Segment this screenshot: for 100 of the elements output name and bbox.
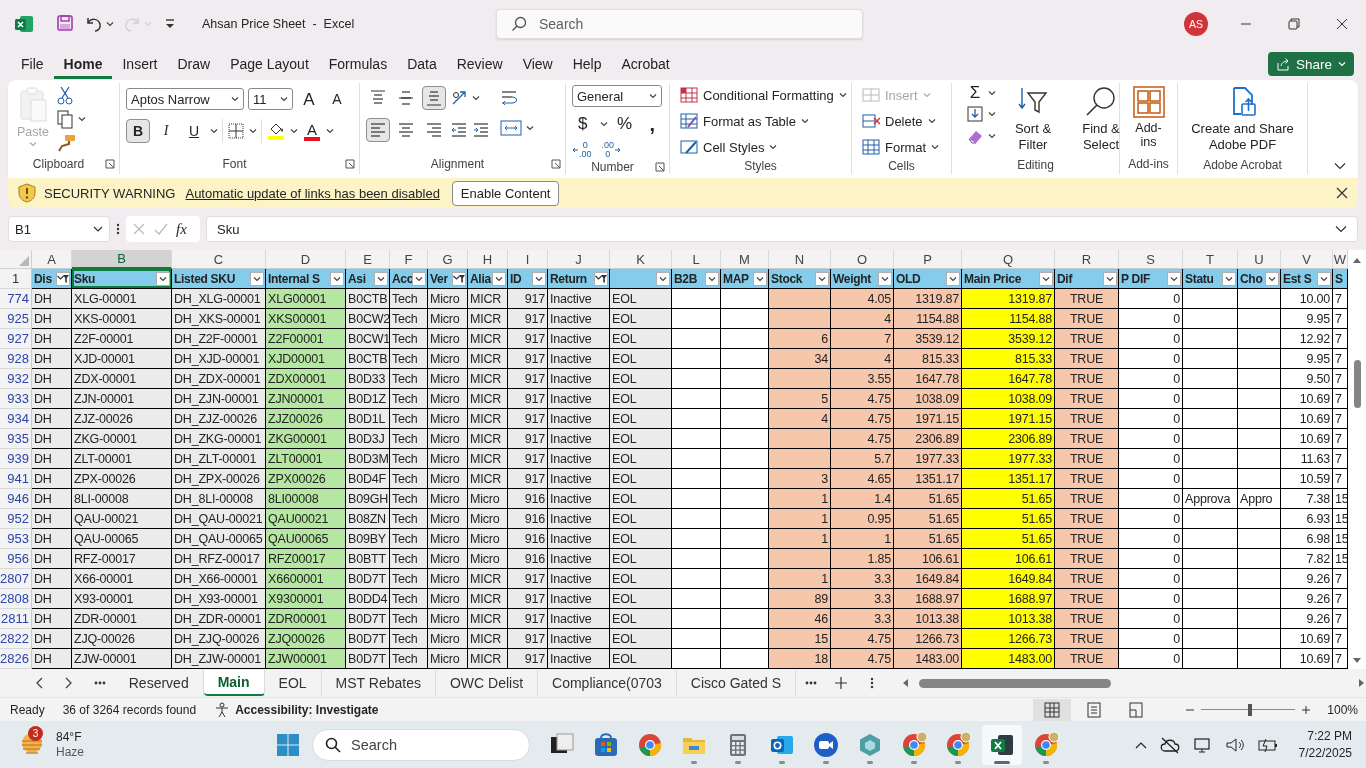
browser-icon[interactable]	[636, 731, 664, 759]
column-letter[interactable]: V	[1281, 250, 1333, 269]
caret-icon[interactable]	[210, 128, 218, 134]
sheet-tab[interactable]: MST Rebates	[321, 670, 436, 696]
delete-cells-icon[interactable]	[862, 112, 880, 130]
filter-dropdown-button[interactable]	[1222, 271, 1236, 286]
underline-button[interactable]: U	[182, 119, 206, 143]
caret-icon[interactable]	[988, 89, 996, 96]
row-number[interactable]: 2822	[0, 629, 32, 649]
sheet-tab[interactable]: Cisco Gated S	[676, 670, 797, 696]
column-letter[interactable]: M	[721, 250, 769, 269]
zoom-level[interactable]: 100%	[1327, 702, 1358, 717]
font-size-field[interactable]: 11	[248, 88, 293, 110]
formula-field[interactable]: Sku	[217, 221, 240, 237]
decrease-indent-icon[interactable]	[450, 121, 468, 139]
row-number[interactable]: 941	[0, 469, 32, 489]
scroll-up-icon[interactable]	[1352, 256, 1362, 264]
clock-time[interactable]: 7:22 PM	[1307, 728, 1352, 745]
close-icon[interactable]	[1336, 187, 1348, 199]
scrollbar-thumb[interactable]	[918, 678, 1111, 688]
caret-icon[interactable]	[769, 144, 778, 150]
row-number[interactable]: 956	[0, 549, 32, 569]
filter-active-button[interactable]	[594, 271, 608, 286]
filter-dropdown-button[interactable]	[412, 271, 426, 286]
ribbon-tab[interactable]: Acrobat	[611, 49, 680, 79]
percent-button[interactable]: %	[613, 112, 636, 136]
row-number[interactable]: 935	[0, 429, 32, 449]
format-painter-icon[interactable]	[55, 133, 76, 153]
insert-function-button[interactable]: fx	[176, 220, 187, 238]
normal-view-button[interactable]	[1033, 698, 1072, 721]
filter-dropdown-button[interactable]	[946, 271, 960, 286]
row-number[interactable]: 2811	[0, 609, 32, 629]
ribbon-tab[interactable]: Formulas	[318, 49, 398, 79]
copy-icon[interactable]	[55, 109, 74, 129]
row-number[interactable]: 774	[0, 289, 32, 309]
merge-cells-icon[interactable]	[500, 119, 522, 137]
previous-sheet-icon[interactable]	[35, 677, 44, 689]
column-letter[interactable]: S	[1119, 250, 1183, 269]
comma-style-button[interactable]: ,	[641, 112, 663, 136]
autosum-button[interactable]: Σ	[966, 84, 984, 101]
caret-icon[interactable]	[77, 116, 86, 122]
column-letter[interactable]: Q	[962, 250, 1055, 269]
name-box[interactable]: B1	[8, 216, 110, 242]
filter-dropdown-button[interactable]	[492, 271, 506, 286]
filter-dropdown-button[interactable]	[656, 271, 670, 286]
row-number[interactable]: 928	[0, 349, 32, 369]
next-sheet-icon[interactable]	[65, 677, 74, 689]
start-icon[interactable]	[276, 733, 300, 757]
styles-menu-button[interactable]: Cell Styles	[703, 139, 765, 155]
ribbon-tab[interactable]: Help	[562, 49, 612, 79]
caret-icon[interactable]	[249, 128, 257, 134]
row-number[interactable]: 932	[0, 369, 32, 389]
sheet-tab[interactable]: Main	[203, 670, 265, 696]
filter-dropdown-button[interactable]	[1265, 271, 1279, 286]
row-number[interactable]: 946	[0, 489, 32, 509]
column-letter[interactable]: W	[1333, 250, 1348, 269]
ribbon-tab[interactable]: View	[512, 49, 563, 79]
filter-dropdown-button[interactable]	[815, 271, 829, 286]
filter-dropdown-button[interactable]	[1039, 271, 1053, 286]
sheet-tab[interactable]: OWC Delist	[435, 670, 539, 696]
accessibility-status[interactable]: Accessibility: Investigate	[235, 702, 379, 717]
column-letter[interactable]: F	[390, 250, 428, 269]
more-sheets-icon[interactable]	[805, 681, 818, 685]
ribbon-tab[interactable]: Page Layout	[220, 49, 319, 79]
caret-icon[interactable]	[599, 121, 608, 127]
browser-icon[interactable]	[1032, 731, 1060, 759]
table-style-icon[interactable]	[680, 112, 698, 130]
bold-button[interactable]: B	[126, 119, 150, 143]
sheet-tab[interactable]: Compliance(0703	[538, 670, 677, 696]
enable-content-button[interactable]: Enable Content	[451, 180, 560, 206]
row-number[interactable]: 925	[0, 309, 32, 329]
scissors-icon[interactable]	[55, 85, 74, 105]
row-number[interactable]: 1	[0, 269, 32, 289]
accessibility-icon[interactable]	[214, 701, 231, 718]
network-icon[interactable]	[1192, 736, 1213, 754]
increase-decimal-button[interactable]: 0 .00	[572, 141, 592, 159]
sheet-tab[interactable]: Reserved	[114, 670, 204, 696]
filter-dropdown-button[interactable]	[156, 271, 170, 286]
column-letter[interactable]: L	[672, 250, 721, 269]
share-button[interactable]: Share	[1267, 52, 1354, 76]
styles-menu-button[interactable]: Format as Table	[703, 113, 796, 129]
conditional-formatting-icon[interactable]	[680, 86, 698, 104]
add-sheet-icon[interactable]	[835, 677, 848, 689]
row-number[interactable]: 2808	[0, 589, 32, 609]
number-format-field[interactable]: General	[572, 85, 662, 107]
column-letter[interactable]: A	[32, 250, 72, 269]
fill-color-button[interactable]	[266, 122, 286, 140]
create-pdf-button[interactable]: Create and Share Adobe PDF	[1178, 83, 1307, 155]
zoom-in-icon[interactable]	[1301, 704, 1312, 715]
dialog-launcher-icon[interactable]	[105, 159, 115, 169]
user-avatar[interactable]: AS	[1184, 12, 1208, 36]
currency-button[interactable]: $	[572, 112, 594, 136]
search-field[interactable]: Search	[496, 9, 863, 39]
filter-dropdown-button[interactable]	[330, 271, 344, 286]
sheet-tab[interactable]: EOL	[264, 670, 322, 696]
save-icon[interactable]	[56, 14, 76, 34]
text-orientation-icon[interactable]	[450, 89, 468, 107]
sort-filter-button[interactable]: Sort & Filter	[1002, 83, 1064, 155]
font-name-field[interactable]: Aptos Narrow	[126, 88, 244, 110]
align-bottom-button[interactable]	[422, 86, 446, 110]
